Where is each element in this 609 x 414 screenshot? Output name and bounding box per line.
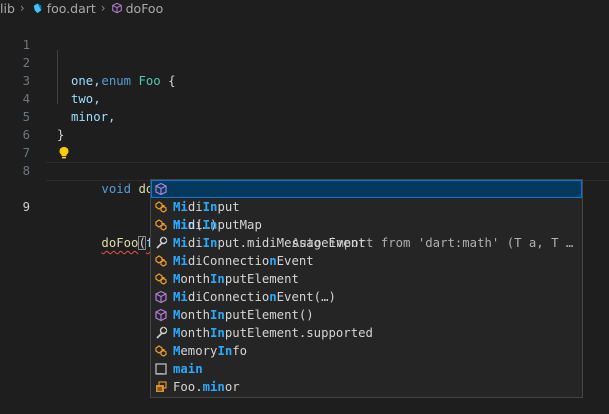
- lightbulb-icon[interactable]: [58, 146, 70, 160]
- snippet-icon: [155, 363, 167, 375]
- suggestion-item[interactable]: MidiInputMap: [151, 216, 582, 234]
- method-icon: [155, 290, 167, 304]
- class-icon: [155, 345, 167, 357]
- method-icon: [155, 182, 167, 196]
- chevron-right-icon: ›: [100, 1, 106, 15]
- code-line-4[interactable]: 4 minor,: [0, 72, 609, 124]
- class-icon: [155, 255, 167, 267]
- keyword-token: void: [101, 182, 132, 196]
- suggestion-label: MidiConnectionEvent(…): [173, 290, 336, 304]
- suggestion-label: Foo.minor: [173, 380, 240, 394]
- suggestion-label: MonthInputElement.supported: [173, 326, 373, 340]
- suggestion-item[interactable]: MonthInputElement.supported: [151, 324, 582, 342]
- suggestion-label: main: [173, 362, 203, 376]
- suggestion-item[interactable]: main: [151, 360, 582, 378]
- code-line-9[interactable]: 9 doFoo(foo:min): [0, 162, 609, 250]
- dart-file-icon: [33, 2, 41, 13]
- chevron-right-icon: ›: [19, 1, 25, 15]
- breadcrumb-symbol-label: doFoo: [125, 0, 164, 16]
- suggestion-label: MonthInputElement(): [173, 308, 314, 322]
- code-line-2[interactable]: 2 one,: [0, 36, 609, 88]
- method-icon: [111, 2, 122, 14]
- breadcrumb-folder[interactable]: lib: [0, 1, 15, 16]
- class-icon: [155, 273, 167, 285]
- suggest-widget: min(…) Auto import from 'dart:math' (T a…: [150, 179, 583, 398]
- code-line-7[interactable]: 7 void doFoo({required Foo foo}) {}: [0, 126, 609, 196]
- suggestion-label: MemoryInfo: [173, 344, 248, 358]
- breadcrumb-symbol[interactable]: doFoo: [111, 0, 164, 16]
- breadcrumb: lib › foo.dart › doFoo: [0, 0, 609, 16]
- method-icon: [155, 308, 167, 322]
- line-number: 9: [22, 200, 30, 214]
- code-line-8[interactable]: 8: [0, 144, 609, 178]
- suggestion-item[interactable]: MidiConnectionEvent: [151, 252, 582, 270]
- bracket-match: (: [138, 236, 146, 250]
- code-line-6[interactable]: 6: [0, 108, 609, 142]
- suggestion-label: MonthInputElement: [173, 272, 299, 286]
- breadcrumb-file-label: foo.dart: [46, 0, 96, 16]
- code-line-3[interactable]: 3 two,: [0, 54, 609, 106]
- function-call-token: doFoo: [101, 236, 139, 250]
- suggestion-item[interactable]: MonthInputElement(): [151, 306, 582, 324]
- breadcrumb-folder-label: lib: [0, 0, 15, 16]
- property-icon: [156, 236, 168, 249]
- suggestion-item[interactable]: min(…) Auto import from 'dart:math' (T a…: [151, 180, 582, 250]
- property-icon: [156, 326, 168, 339]
- enum-member-icon: [156, 381, 167, 392]
- class-icon: [155, 219, 167, 231]
- class-icon: [155, 201, 167, 213]
- suggestion-item[interactable]: MidiInput: [151, 198, 582, 216]
- suggestion-item[interactable]: MonthInputElement: [151, 270, 582, 288]
- suggestion-label: MidiInput.midiMessageEvent: [173, 236, 366, 250]
- suggestion-item[interactable]: Foo.minor: [151, 378, 582, 396]
- code-line-5[interactable]: 5 }: [0, 90, 609, 142]
- code-line-1[interactable]: 1 enum Foo {: [0, 18, 609, 88]
- suggestion-label: MidiInput: [173, 200, 240, 214]
- suggestion-label: MidiConnectionEvent: [173, 254, 314, 268]
- suggestion-item[interactable]: MemoryInfo: [151, 342, 582, 360]
- suggestion-item[interactable]: MidiInput.midiMessageEvent: [151, 234, 582, 252]
- suggestion-item[interactable]: MidiConnectionEvent(…): [151, 288, 582, 306]
- breadcrumb-file[interactable]: foo.dart: [30, 1, 96, 16]
- suggestion-label: MidiInputMap: [173, 218, 262, 232]
